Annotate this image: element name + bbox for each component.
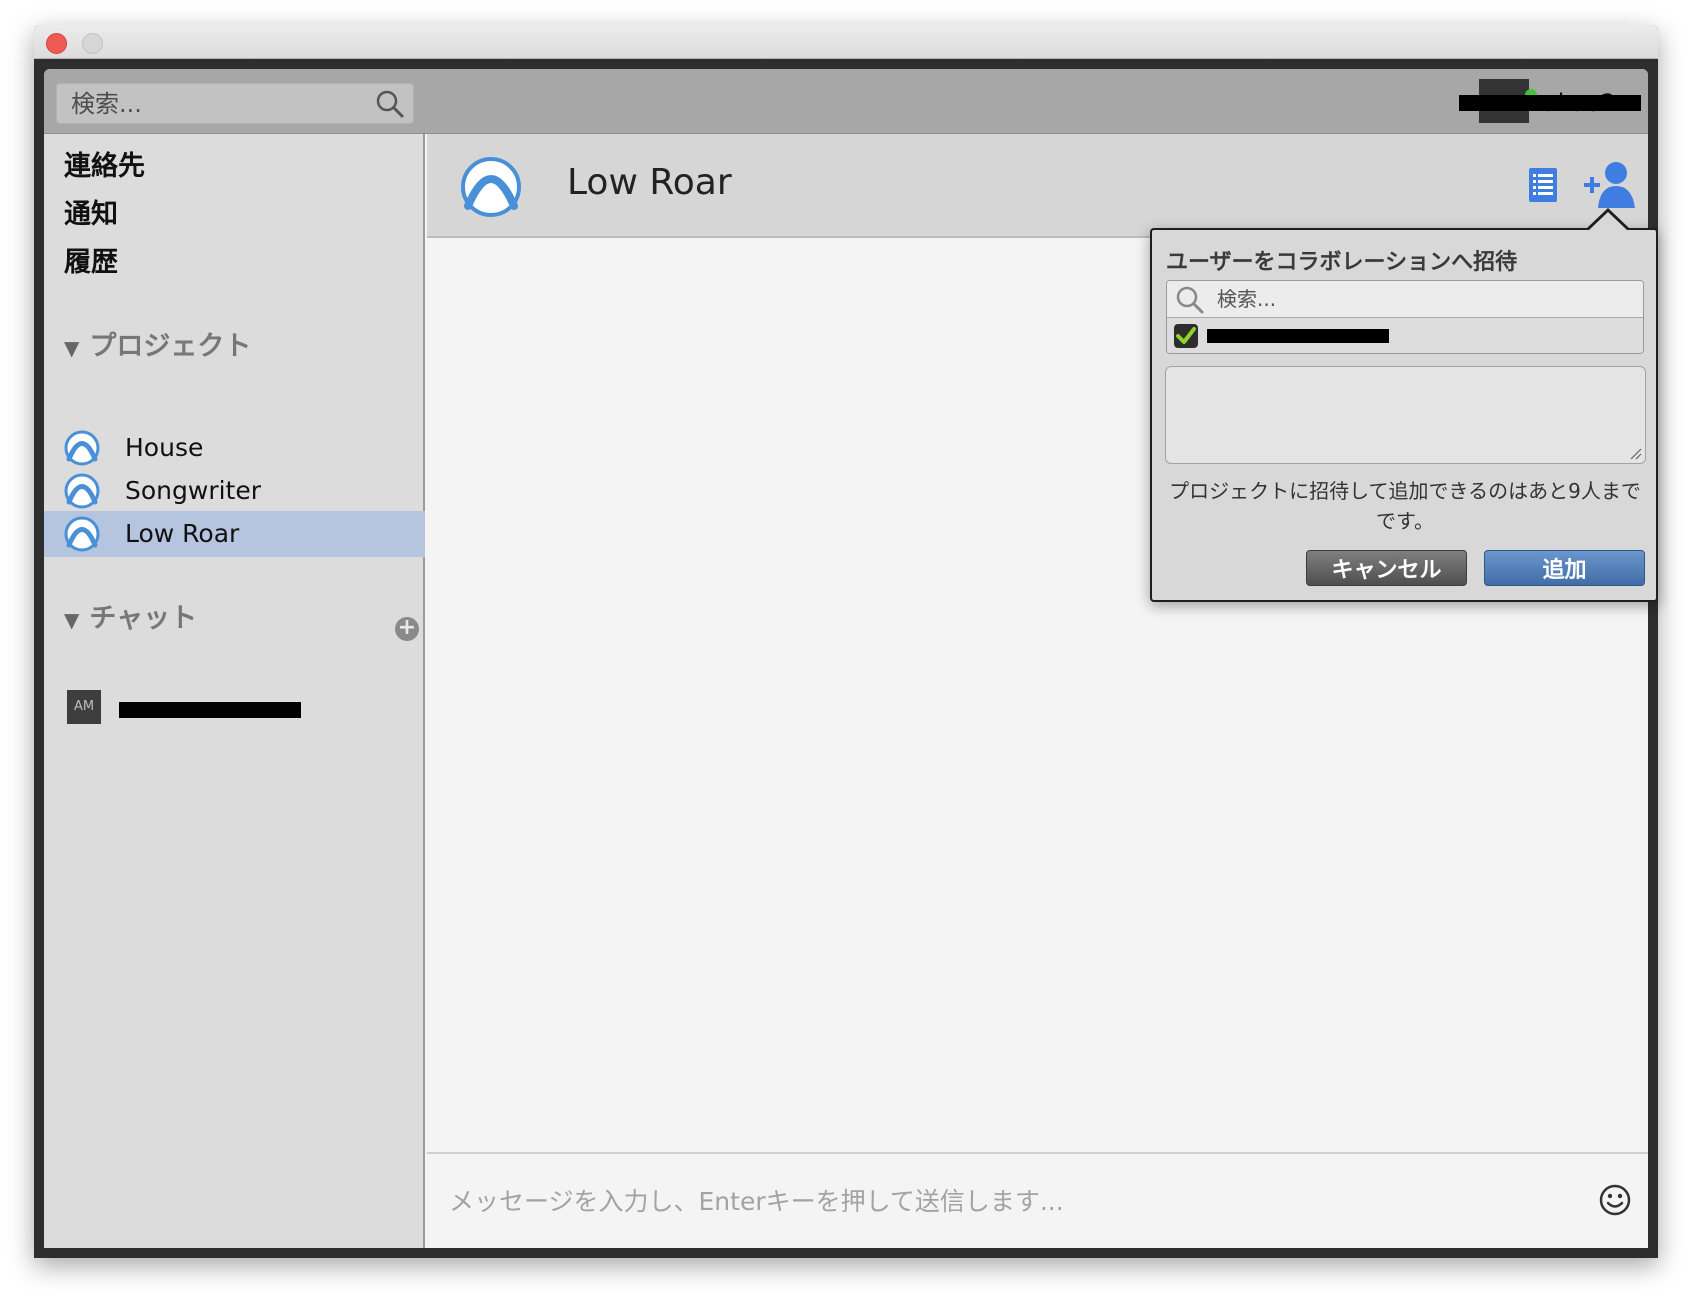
sidebar-search xyxy=(56,83,414,124)
disclosure-triangle-icon: ▼ xyxy=(64,608,80,632)
chats-header-label: チャット xyxy=(89,603,198,634)
resize-grip-icon[interactable] xyxy=(1630,448,1642,460)
current-user[interactable]: akao2 xyxy=(1459,79,1641,123)
invite-search-input[interactable] xyxy=(1217,284,1627,314)
projects-header-label: プロジェクト xyxy=(89,331,252,362)
invite-message-field[interactable] xyxy=(1165,366,1646,464)
project-logo-icon xyxy=(64,430,100,466)
minimize-window-button[interactable] xyxy=(82,33,103,54)
project-label: Songwriter xyxy=(125,476,262,505)
project-label: Low Roar xyxy=(125,519,240,548)
add-button[interactable]: 追加 xyxy=(1484,550,1645,586)
popover-title: ユーザーをコラボレーションへ招待 xyxy=(1166,250,1518,275)
redaction-bar xyxy=(1459,95,1641,111)
project-item-house[interactable]: House xyxy=(44,425,425,471)
sidebar: 連絡先 通知 履歴 ▼ プロジェクト House Songwriter Low … xyxy=(44,134,425,1248)
projects-section-header[interactable]: ▼ プロジェクト xyxy=(64,324,251,363)
nav-contacts[interactable]: 連絡先 xyxy=(64,144,145,183)
conversation-header: Low Roar xyxy=(427,134,1648,238)
project-logo-icon xyxy=(461,157,521,217)
list-icon[interactable] xyxy=(1528,167,1558,203)
nav-notifications[interactable]: 通知 xyxy=(64,192,118,231)
redacted-chat-name xyxy=(119,702,301,718)
project-item-songwriter[interactable]: Songwriter xyxy=(44,468,425,514)
redacted-user-name xyxy=(1207,329,1389,343)
message-composer xyxy=(427,1152,1648,1248)
nav-history[interactable]: 履歴 xyxy=(64,240,118,279)
project-label: House xyxy=(125,433,204,462)
top-bar: akao2 xyxy=(44,69,1648,134)
search-icon xyxy=(1176,286,1204,314)
popover-arrow-fill xyxy=(1589,212,1627,230)
search-icon[interactable] xyxy=(375,89,405,119)
add-chat-button[interactable]: + xyxy=(395,617,419,641)
disclosure-triangle-icon: ▼ xyxy=(64,336,80,360)
search-input[interactable] xyxy=(57,84,367,123)
invite-popover: ユーザーをコラボレーションへ招待 プロジェクトに招待して追加できるのはあと9人ま… xyxy=(1150,228,1658,602)
app-window: akao2 連絡先 通知 履歴 ▼ プロジェクト House xyxy=(34,25,1658,1258)
title-bar xyxy=(34,25,1658,59)
page-title: Low Roar xyxy=(567,162,732,203)
cancel-button[interactable]: キャンセル xyxy=(1306,550,1467,586)
chats-section-header[interactable]: ▼ チャット xyxy=(64,596,197,635)
invite-search xyxy=(1167,281,1643,318)
invite-user-list xyxy=(1166,280,1644,354)
project-logo-icon xyxy=(64,516,100,552)
message-input[interactable] xyxy=(449,1178,1529,1224)
invite-limit-note: プロジェクトに招待して追加できるのはあと9人までです。 xyxy=(1169,479,1641,533)
project-item-low-roar[interactable]: Low Roar xyxy=(44,511,425,557)
invite-user-row[interactable] xyxy=(1167,318,1643,353)
add-user-icon[interactable] xyxy=(1582,160,1638,210)
checkbox-checked-icon[interactable] xyxy=(1173,323,1199,349)
chat-avatar: AM xyxy=(67,690,101,724)
project-logo-icon xyxy=(64,473,100,509)
smiley-icon[interactable] xyxy=(1599,1184,1631,1216)
close-window-button[interactable] xyxy=(46,33,67,54)
